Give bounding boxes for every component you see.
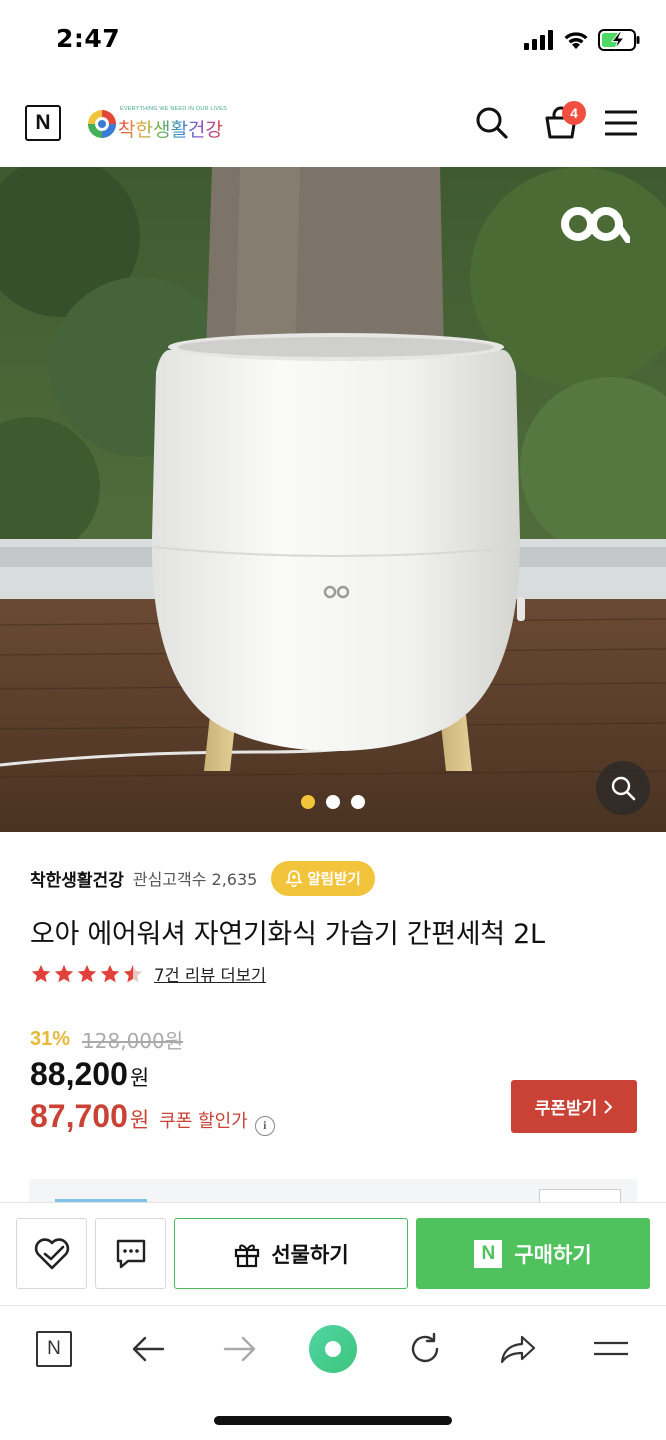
menu-button[interactable] [598,100,644,146]
product-image-carousel[interactable] [0,167,666,832]
battery-charging-icon [598,29,640,51]
status-bar: 2:47 [0,0,666,82]
toolbar-share-button[interactable] [493,1324,543,1374]
talk-talk-button[interactable] [95,1218,166,1289]
naver-n-label: N [35,111,51,134]
alarm-label: 알림받기 [307,871,361,888]
product-photo [0,167,666,832]
cart-count-badge: 4 [562,101,586,125]
get-coupon-label: 쿠폰받기 [534,1099,598,1119]
alarm-subscribe-button[interactable]: 알림받기 [271,860,375,896]
arrow-left-icon [132,1336,165,1362]
wifi-icon [564,32,588,49]
home-indicator[interactable] [214,1416,452,1425]
chat-bubble-icon [116,1239,145,1268]
toolbar-n-label: N [47,1338,61,1359]
status-time: 2:47 [56,24,121,53]
coupon-price-currency: 원 [129,1108,150,1132]
star-full-icon [54,964,74,983]
carousel-indicator[interactable] [0,795,666,809]
coupon-price: 87,700 [30,1098,128,1134]
carousel-dot-2[interactable] [326,795,340,809]
review-more-link[interactable]: 7건 리뷰 더보기 [154,962,266,986]
app-header: N EVERYTHING WE NEED IN OUR LIVES 착한생활건강… [0,82,666,167]
buy-now-label: 구매하기 [514,1242,592,1267]
toolbar-menu-button[interactable] [586,1324,636,1374]
carousel-dot-1[interactable] [301,795,315,809]
toolbar-menu-icon [594,1341,628,1356]
carousel-dot-3[interactable] [351,795,365,809]
star-full-icon [77,964,97,983]
cellular-signal-icon [524,30,553,50]
heart-check-icon [34,1237,69,1269]
toolbar-green-dot-button[interactable] [305,1321,361,1377]
gift-button[interactable]: 선물하기 [174,1218,408,1289]
search-button[interactable] [469,100,515,146]
refresh-icon [411,1332,439,1363]
sale-price: 88,200 [30,1056,128,1092]
rating-row: 7건 리뷰 더보기 [30,961,266,987]
arrow-right-icon [223,1336,256,1362]
star-full-icon [31,964,51,983]
search-icon [476,107,508,139]
fans-count: 관심고객수 2,635 [132,870,258,889]
toolbar-forward-button[interactable] [215,1324,265,1374]
magnifier-icon [611,776,636,801]
naver-home-button[interactable]: N [25,105,61,141]
original-price: 128,000원 [82,1028,184,1053]
gift-icon [235,1244,260,1267]
buy-now-button[interactable]: N 구매하기 [416,1218,650,1289]
cart-button[interactable]: 4 [534,100,588,146]
toolbar-refresh-button[interactable] [400,1324,450,1374]
store-logo-mark-icon [88,110,116,138]
info-icon[interactable]: i [254,1115,275,1136]
share-arrow-icon [500,1335,536,1364]
image-zoom-button[interactable] [596,761,650,815]
naver-n-toolbar-icon: N [36,1331,72,1367]
store-tagline: EVERYTHING WE NEED IN OUR LIVES [120,106,227,112]
product-title: 오아 에어워셔 자연기화식 가습기 간편세척 2L [30,919,545,950]
green-dot-icon [309,1325,357,1373]
sale-price-currency: 원 [129,1066,150,1090]
wishlist-button[interactable] [16,1218,87,1289]
store-name-link[interactable]: 착한생활건강 [30,866,124,891]
store-logo[interactable]: EVERYTHING WE NEED IN OUR LIVES 착한생활건강 [86,102,227,146]
toolbar-back-button[interactable] [123,1324,173,1374]
toolbar-home-button[interactable]: N [29,1324,79,1374]
star-half-icon [123,964,143,983]
coupon-price-label: 쿠폰 할인가 [159,1111,248,1132]
product-info: 착한생활건강 관심고객수 2,635 알림받기 오아 에어워셔 자연기화식 가습… [0,832,666,1209]
star-full-icon [100,964,120,983]
purchase-bar: 선물하기 N 구매하기 [0,1202,666,1305]
store-logo-text: 착한생활건강 [118,115,223,142]
status-icons [524,27,640,53]
naver-pay-n-icon: N [474,1239,503,1268]
oa-brand-watermark-icon [561,207,630,243]
discount-rate: 31% [30,1027,71,1050]
rating-stars [30,963,144,985]
discount-row: 31% 128,000원 [30,1022,640,1056]
hamburger-menu-icon [605,110,637,136]
bell-plus-icon [285,870,304,887]
chevron-right-icon [604,1099,613,1114]
get-coupon-button[interactable]: 쿠폰받기 [511,1080,637,1133]
browser-toolbar: N [0,1305,666,1440]
gift-label: 선물하기 [271,1242,349,1267]
store-row: 착한생활건강 관심고객수 2,635 알림받기 [30,860,375,896]
